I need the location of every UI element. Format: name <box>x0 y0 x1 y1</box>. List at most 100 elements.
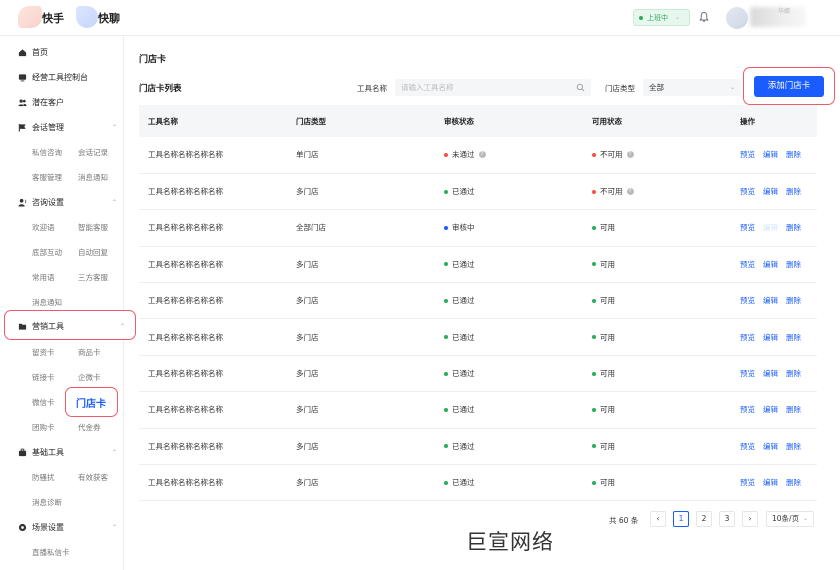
delete-link[interactable]: 删除 <box>786 442 801 451</box>
preview-link[interactable]: 预览 <box>740 150 755 159</box>
cell-tool-name: 工具名称名称名称名称 <box>139 428 287 466</box>
preview-link[interactable]: 预览 <box>740 405 755 414</box>
sidebar-subitem[interactable]: 欢迎语 <box>32 222 55 233</box>
sidebar-group-basic[interactable]: 基础工具 ⌃ <box>18 447 117 458</box>
edit-link[interactable]: 编辑 <box>763 223 778 232</box>
pagination-total: 共 60 条 <box>609 516 639 525</box>
preview-link[interactable]: 预览 <box>740 260 755 269</box>
edit-link[interactable]: 编辑 <box>763 260 778 269</box>
sidebar-subitem[interactable]: 智能客服 <box>78 222 108 233</box>
home-icon <box>18 49 27 57</box>
work-status-dropdown[interactable]: 上班中 ⌄ <box>633 9 690 26</box>
edit-link[interactable]: 编辑 <box>763 187 778 196</box>
delete-link[interactable]: 删除 <box>786 333 801 342</box>
preview-link[interactable]: 预览 <box>740 333 755 342</box>
cell-actions: 预览 编辑 删除 <box>731 428 817 466</box>
delete-link[interactable]: 删除 <box>786 187 801 196</box>
sidebar-subitem[interactable]: 客服管理 <box>32 172 62 183</box>
sidebar-subitem[interactable]: 自动回复 <box>78 247 108 258</box>
filter-type-label: 门店类型 <box>605 84 635 93</box>
preview-link[interactable]: 预览 <box>740 442 755 451</box>
sidebar-subitem[interactable]: 企微卡 <box>78 372 101 383</box>
sidebar-item-home[interactable]: 首页 <box>18 47 48 58</box>
sidebar-subitem[interactable]: 三方客服 <box>78 272 108 283</box>
user-name: 华娜 <box>778 8 791 15</box>
tool-name-search-input[interactable]: 请输入工具名称 <box>395 79 591 96</box>
sidebar-subitem[interactable]: 直播私信卡 <box>32 547 70 558</box>
delete-link[interactable]: 删除 <box>786 296 801 305</box>
sidebar-subitem[interactable]: 防骚扰 <box>32 472 55 483</box>
sidebar-subitem-active[interactable]: 门店卡 <box>76 395 106 410</box>
sidebar-group-scene[interactable]: 场景设置 ⌃ <box>18 522 117 533</box>
chevron-down-icon: ⌄ <box>675 14 681 21</box>
edit-link[interactable]: 编辑 <box>763 333 778 342</box>
sidebar-subitem[interactable]: 微信卡 <box>32 397 55 408</box>
page-size-select[interactable]: 10条/页 ⌄ <box>766 511 814 527</box>
availability-dot-icon <box>592 152 596 157</box>
pagination-page-1[interactable]: 1 <box>673 511 689 527</box>
cell-audit-status: 已通过 <box>435 246 583 284</box>
edit-link[interactable]: 编辑 <box>763 478 778 487</box>
delete-link[interactable]: 删除 <box>786 405 801 414</box>
delete-link[interactable]: 删除 <box>786 260 801 269</box>
sidebar-subitem[interactable]: 私信咨询 <box>32 147 62 158</box>
sidebar-subitem[interactable]: 消息通知 <box>32 297 62 308</box>
preview-link[interactable]: 预览 <box>740 296 755 305</box>
pagination-prev-button[interactable]: ‹ <box>650 511 666 527</box>
edit-link[interactable]: 编辑 <box>763 405 778 414</box>
sidebar-subitem[interactable]: 会话记录 <box>78 147 108 158</box>
audit-status-text: 未通过 <box>452 150 475 160</box>
delete-link[interactable]: 删除 <box>786 150 801 159</box>
availability-text: 可用 <box>600 259 615 269</box>
preview-link[interactable]: 预览 <box>740 187 755 196</box>
sidebar-subitem[interactable]: 商品卡 <box>78 347 101 358</box>
sidebar-subitem[interactable]: 有效获客 <box>78 472 108 483</box>
app-name-kuailiao[interactable]: 快聊 <box>98 10 120 26</box>
sidebar-item-console[interactable]: 经营工具控制台 <box>18 72 88 83</box>
sidebar-subitem[interactable]: 消息诊断 <box>32 497 62 508</box>
sidebar-group-session[interactable]: 会话管理 ⌃ <box>18 122 117 133</box>
sidebar-subitem[interactable]: 链接卡 <box>32 372 55 383</box>
edit-link[interactable]: 编辑 <box>763 296 778 305</box>
table-row: 工具名称名称名称名称 全部门店 审核中 可用 预览 编辑 删除 <box>139 209 817 247</box>
sidebar-subitem[interactable]: 常用语 <box>32 272 55 283</box>
search-icon[interactable] <box>576 83 585 92</box>
sidebar-subitem[interactable]: 团购卡 <box>32 422 55 433</box>
audit-status-dot-icon <box>444 189 448 194</box>
help-icon[interactable]: ? <box>626 188 634 196</box>
delete-link[interactable]: 删除 <box>786 369 801 378</box>
edit-link[interactable]: 编辑 <box>763 442 778 451</box>
table-row: 工具名称名称名称名称 多门店 已通过 可用 预览 编辑 删除 <box>139 355 817 393</box>
help-icon[interactable]: ? <box>626 151 634 159</box>
preview-link[interactable]: 预览 <box>740 478 755 487</box>
preview-link[interactable]: 预览 <box>740 223 755 232</box>
audit-status-text: 已通过 <box>452 478 475 488</box>
help-icon[interactable]: ? <box>478 151 486 159</box>
audit-status-text: 已通过 <box>452 296 475 306</box>
pagination-next-button[interactable]: › <box>742 511 758 527</box>
edit-link[interactable]: 编辑 <box>763 369 778 378</box>
pagination-page-2[interactable]: 2 <box>696 511 712 527</box>
table-body: 工具名称名称名称名称 单门店 未通过? 不可用? 预览 编辑 删除 工具名称名称名称名称 多门店… <box>139 137 817 502</box>
sidebar-subitem[interactable]: 消息通知 <box>78 172 108 183</box>
pagination-page-3[interactable]: 3 <box>719 511 735 527</box>
sidebar-group-marketing[interactable]: 营销工具 ⌃ <box>18 321 125 332</box>
avatar[interactable] <box>726 7 748 29</box>
sidebar-group-consult[interactable]: 咨询设置 ⌃ <box>18 197 117 208</box>
store-type-select[interactable]: 全部 ⌄ <box>643 79 741 96</box>
sidebar-subitem[interactable]: 底部互动 <box>32 247 62 258</box>
bell-icon[interactable] <box>699 11 709 23</box>
preview-link[interactable]: 预览 <box>740 369 755 378</box>
delete-link[interactable]: 删除 <box>786 223 801 232</box>
delete-link[interactable]: 删除 <box>786 478 801 487</box>
sidebar-subitem[interactable]: 留资卡 <box>32 347 55 358</box>
table-row: 工具名称名称名称名称 多门店 已通过 不可用? 预览 编辑 删除 <box>139 173 817 211</box>
sidebar-item-leads[interactable]: 潜在客户 <box>18 97 64 108</box>
edit-link[interactable]: 编辑 <box>763 150 778 159</box>
audit-status-text: 已通过 <box>452 369 475 379</box>
column-header-type: 门店类型 <box>287 105 435 137</box>
sidebar-subitem[interactable]: 代金券 <box>78 422 101 433</box>
app-name-kuaishou[interactable]: 快手 <box>42 10 64 26</box>
add-store-card-button[interactable]: 添加门店卡 <box>754 76 824 97</box>
cell-tool-name: 工具名称名称名称名称 <box>139 318 287 356</box>
